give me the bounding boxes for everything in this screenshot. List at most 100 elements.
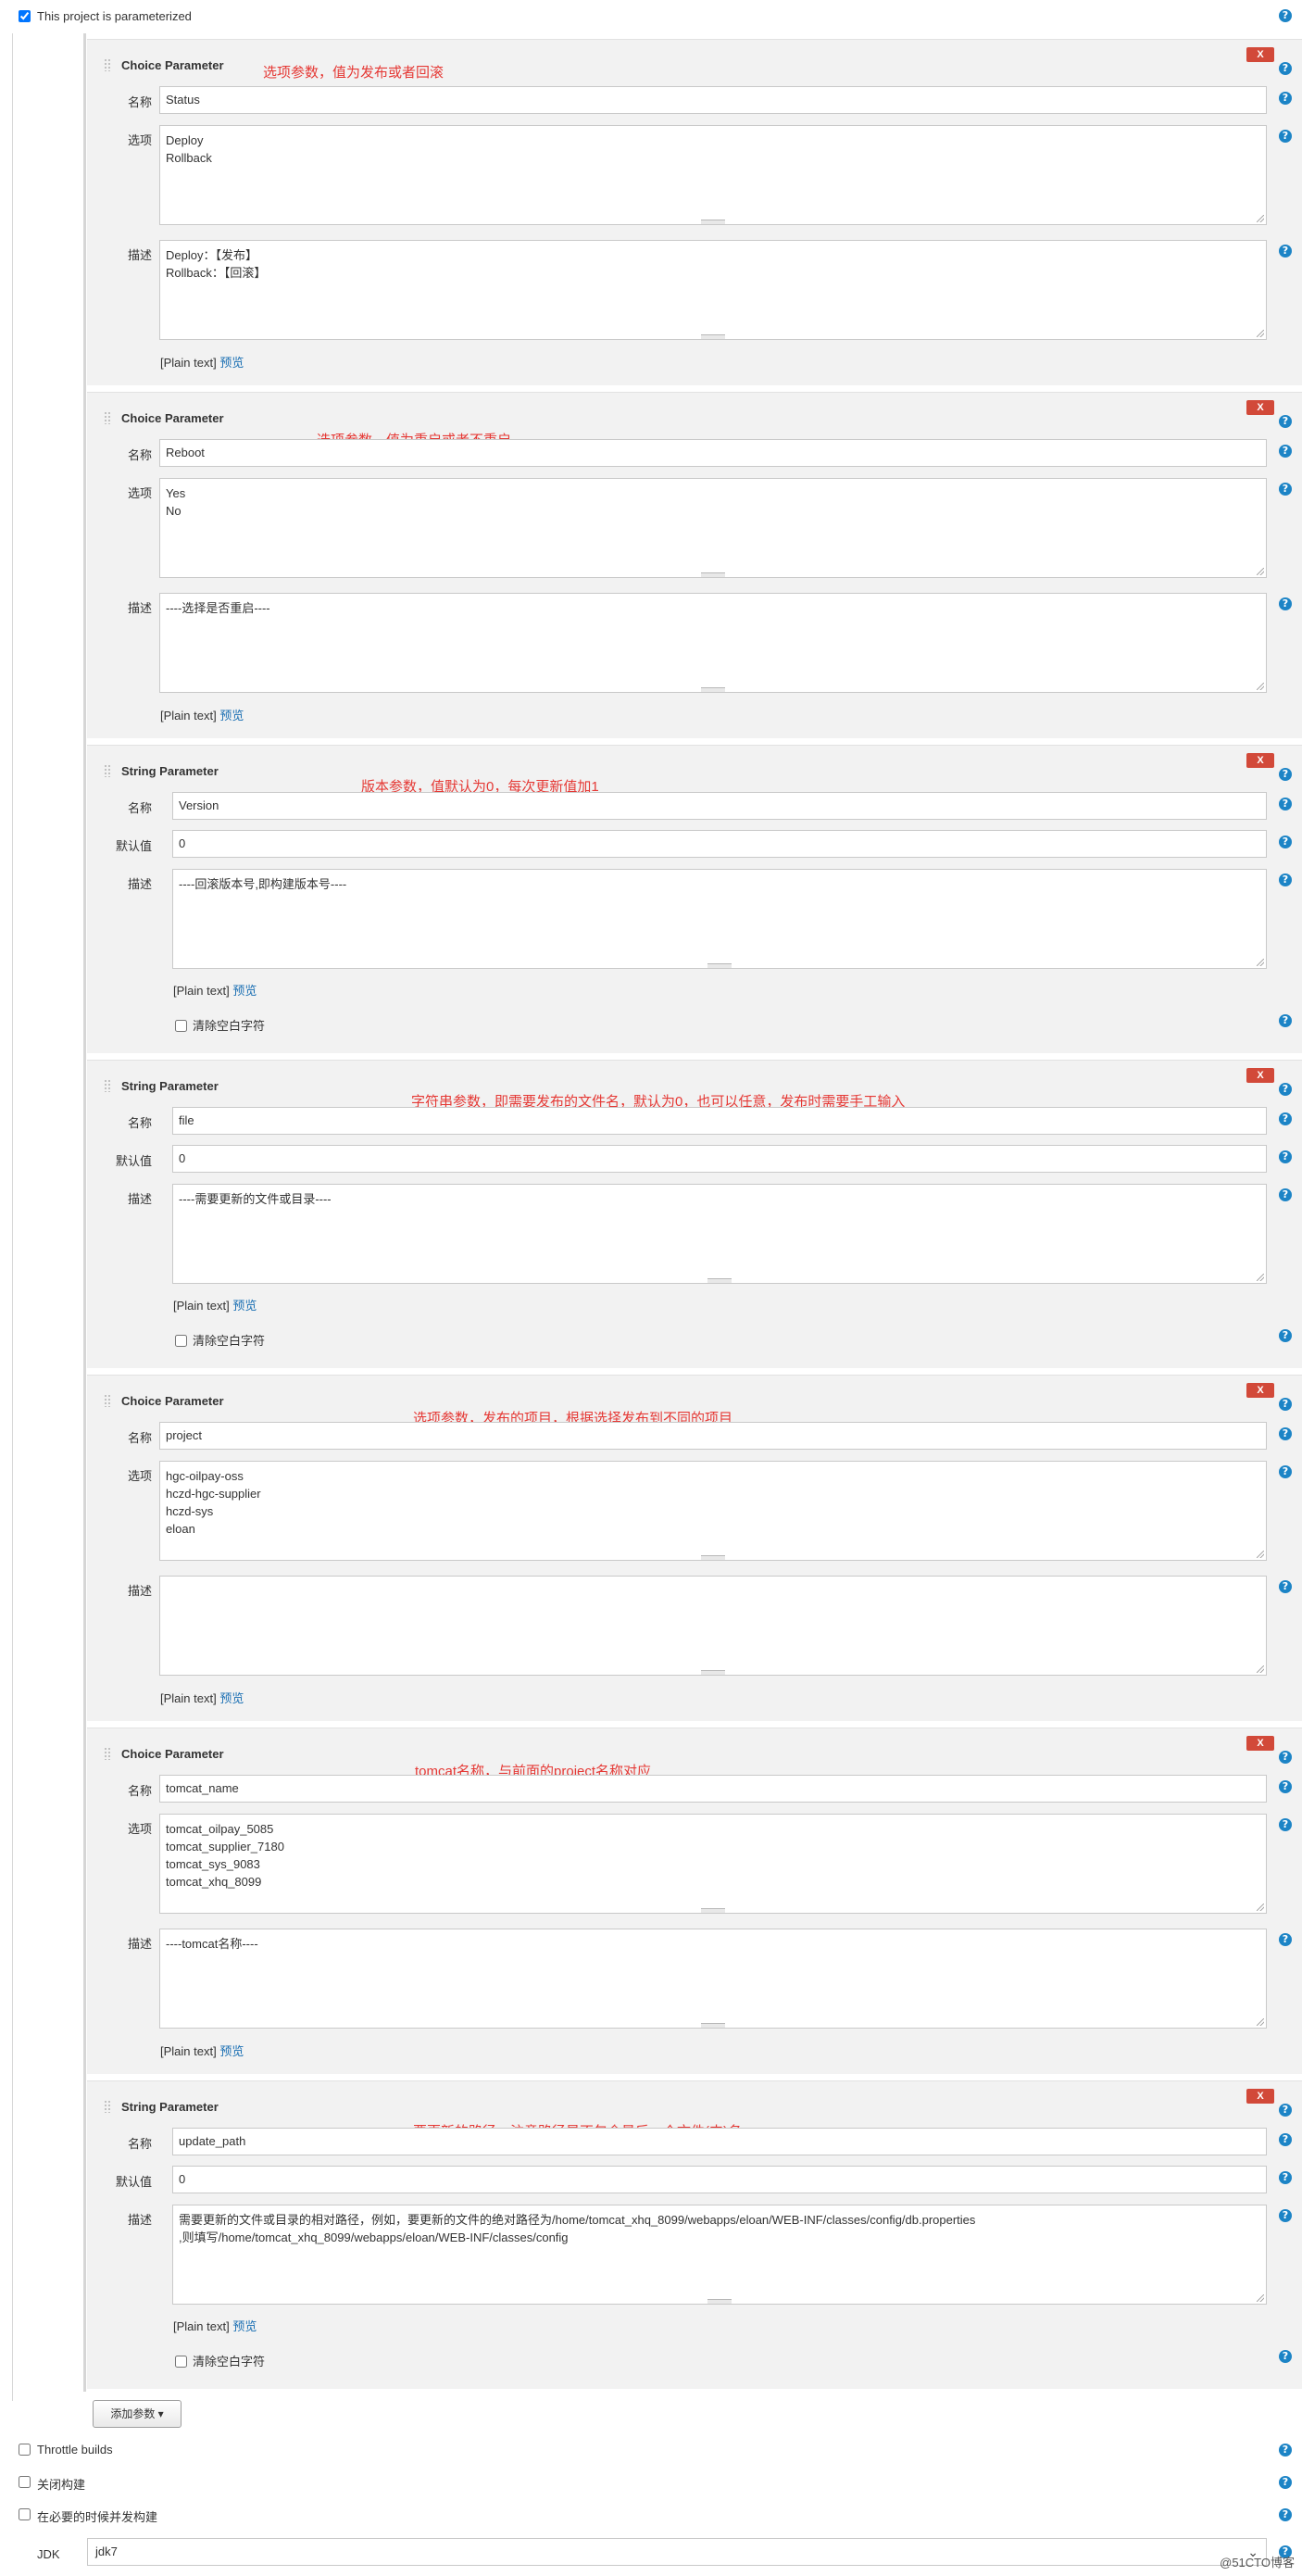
choice-parameter-project: Choice Parameter X ? 选项参数，发布的项目，根据选择发布到不…	[87, 1375, 1302, 1721]
default-value-input[interactable]: 0	[172, 830, 1267, 858]
preview-link[interactable]: 预览	[232, 984, 257, 998]
description-textarea[interactable]	[159, 1576, 1267, 1676]
description-textarea[interactable]: Deploy：【发布】 Rollback：【回滚】	[159, 240, 1267, 340]
help-icon[interactable]: ?	[1279, 2350, 1292, 2363]
help-icon[interactable]: ?	[1279, 1780, 1292, 1793]
choices-textarea[interactable]: hgc-oilpay-oss hczd-hgc-supplier hczd-sy…	[159, 1461, 1267, 1561]
drag-handle-icon[interactable]	[104, 2100, 111, 2113]
delete-parameter-button[interactable]: X	[1246, 753, 1274, 768]
help-icon[interactable]: ?	[1279, 1188, 1292, 1201]
default-value-input[interactable]: 0	[172, 2166, 1267, 2193]
delete-parameter-button[interactable]: X	[1246, 1736, 1274, 1751]
section-divider	[83, 33, 86, 2392]
choices-textarea[interactable]: tomcat_oilpay_5085 tomcat_supplier_7180 …	[159, 1814, 1267, 1914]
description-textarea[interactable]: ----需要更新的文件或目录----	[172, 1184, 1267, 1284]
help-icon[interactable]: ?	[1279, 1580, 1292, 1593]
throttle-builds-checkbox[interactable]	[19, 2444, 31, 2456]
preview-link[interactable]: 预览	[219, 2044, 244, 2058]
choices-textarea[interactable]: Yes No	[159, 478, 1267, 578]
name-label: 名称	[127, 1784, 152, 1798]
help-icon[interactable]: ?	[1279, 1751, 1292, 1764]
jdk-select[interactable]: jdk7 ⌄	[87, 2538, 1267, 2566]
choices-textarea[interactable]: Deploy Rollback	[159, 125, 1267, 225]
help-icon[interactable]: ?	[1279, 1465, 1292, 1478]
preview-link[interactable]: 预览	[232, 2319, 257, 2333]
description-textarea[interactable]: 需要更新的文件或目录的相对路径，例如，要更新的文件的绝对路径为/home/tom…	[172, 2205, 1267, 2305]
help-icon[interactable]: ?	[1279, 1818, 1292, 1831]
help-icon[interactable]: ?	[1279, 768, 1292, 781]
help-icon[interactable]: ?	[1279, 873, 1292, 886]
trim-checkbox[interactable]	[175, 1020, 187, 1032]
plain-text-note: [Plain text] 预览	[173, 984, 257, 998]
help-icon[interactable]: ?	[1279, 1427, 1292, 1440]
parameterized-checkbox[interactable]	[19, 10, 31, 22]
help-icon[interactable]: ?	[1279, 1150, 1292, 1163]
trim-option: 清除空白字符	[175, 2352, 265, 2369]
help-icon[interactable]: ?	[1279, 597, 1292, 610]
help-icon[interactable]: ?	[1279, 9, 1292, 22]
help-icon[interactable]: ?	[1279, 92, 1292, 105]
help-icon[interactable]: ?	[1279, 62, 1292, 75]
help-icon[interactable]: ?	[1279, 1083, 1292, 1096]
delete-parameter-button[interactable]: X	[1246, 1383, 1274, 1398]
help-icon[interactable]: ?	[1279, 2209, 1292, 2222]
name-input[interactable]: update_path	[172, 2128, 1267, 2155]
disable-build-checkbox[interactable]	[19, 2476, 31, 2488]
help-icon[interactable]: ?	[1279, 2171, 1292, 2184]
description-textarea[interactable]: ----tomcat名称----	[159, 1929, 1267, 2029]
help-icon[interactable]: ?	[1279, 1933, 1292, 1946]
help-icon[interactable]: ?	[1279, 415, 1292, 428]
name-input[interactable]: tomcat_name	[159, 1775, 1267, 1803]
name-input[interactable]: Version	[172, 792, 1267, 820]
delete-parameter-button[interactable]: X	[1246, 2089, 1274, 2104]
delete-parameter-button[interactable]: X	[1246, 400, 1274, 415]
help-icon[interactable]: ?	[1279, 483, 1292, 496]
plain-text-note: [Plain text] 预览	[160, 2044, 244, 2058]
name-input[interactable]: Reboot	[159, 439, 1267, 467]
trim-checkbox[interactable]	[175, 2356, 187, 2368]
delete-parameter-button[interactable]: X	[1246, 47, 1274, 62]
choices-label: 选项	[127, 1822, 152, 1836]
trim-checkbox[interactable]	[175, 1335, 187, 1347]
help-icon[interactable]: ?	[1279, 2444, 1292, 2457]
help-icon[interactable]: ?	[1279, 1112, 1292, 1125]
drag-handle-icon[interactable]	[104, 1747, 111, 1760]
delete-parameter-button[interactable]: X	[1246, 1068, 1274, 1083]
drag-handle-icon[interactable]	[104, 411, 111, 424]
name-input[interactable]: project	[159, 1422, 1267, 1450]
help-icon[interactable]: ?	[1279, 2104, 1292, 2117]
help-icon[interactable]: ?	[1279, 245, 1292, 258]
preview-link[interactable]: 预览	[219, 709, 244, 723]
help-icon[interactable]: ?	[1279, 2476, 1292, 2489]
name-input[interactable]: Status	[159, 86, 1267, 114]
help-icon[interactable]: ?	[1279, 2133, 1292, 2146]
parameter-type-title: String Parameter	[121, 764, 219, 778]
drag-handle-icon[interactable]	[104, 58, 111, 71]
parameterized-label: This project is parameterized	[37, 9, 192, 23]
help-icon[interactable]: ?	[1279, 1014, 1292, 1027]
name-input[interactable]: file	[172, 1107, 1267, 1135]
drag-handle-icon[interactable]	[104, 1079, 111, 1092]
option-label: 关闭构建	[37, 2478, 86, 2492]
help-icon[interactable]: ?	[1279, 445, 1292, 458]
help-icon[interactable]: ?	[1279, 130, 1292, 143]
help-icon[interactable]: ?	[1279, 1398, 1292, 1411]
help-icon[interactable]: ?	[1279, 1329, 1292, 1342]
concurrent-builds-checkbox[interactable]	[19, 2508, 31, 2520]
preview-link[interactable]: 预览	[219, 1691, 244, 1705]
choice-parameter-reboot: Choice Parameter X ? 选项参数，值为重启或者不重启 名称 R…	[87, 392, 1302, 738]
drag-handle-icon[interactable]	[104, 1394, 111, 1407]
option-label: Throttle builds	[37, 2443, 113, 2457]
preview-link[interactable]: 预览	[232, 1299, 257, 1313]
default-value-input[interactable]: 0	[172, 1145, 1267, 1173]
drag-handle-icon[interactable]	[104, 764, 111, 777]
preview-link[interactable]: 预览	[219, 356, 244, 370]
add-parameter-button[interactable]: 添加参数 ▾	[93, 2400, 182, 2428]
trim-option: 清除空白字符	[175, 1331, 265, 1349]
help-icon[interactable]: ?	[1279, 2508, 1292, 2521]
help-icon[interactable]: ?	[1279, 798, 1292, 810]
description-textarea[interactable]: ----选择是否重启----	[159, 593, 1267, 693]
description-label: 描述	[127, 1584, 152, 1598]
description-textarea[interactable]: ----回滚版本号,即构建版本号----	[172, 869, 1267, 969]
help-icon[interactable]: ?	[1279, 836, 1292, 848]
